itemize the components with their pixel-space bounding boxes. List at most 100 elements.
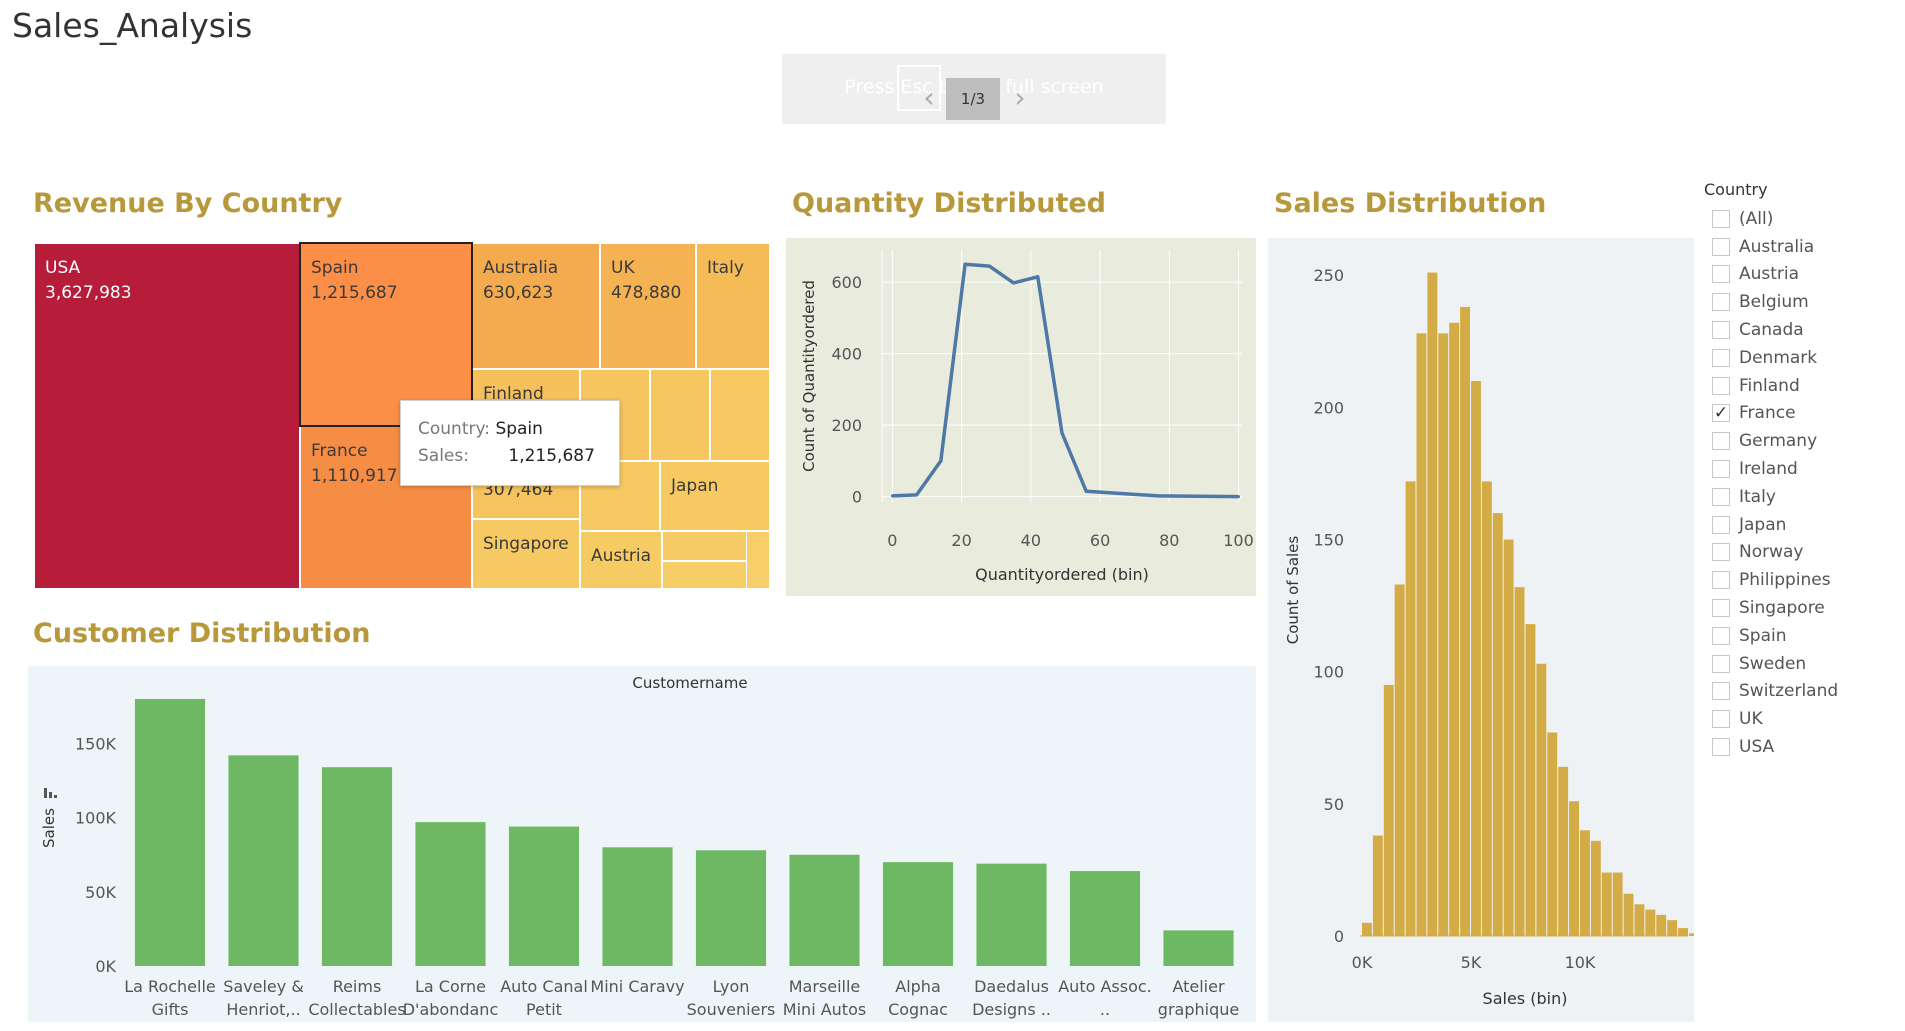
customer-bar[interactable] (134, 698, 206, 966)
filter-option-finland[interactable]: Finland (1704, 372, 1904, 400)
histogram-bar[interactable] (1438, 333, 1449, 936)
checkbox-icon[interactable] (1712, 626, 1730, 645)
chevron-left-icon[interactable]: ‹ (919, 80, 939, 116)
line-point[interactable] (987, 264, 991, 268)
line-point[interactable] (1084, 489, 1088, 493)
line-point[interactable] (915, 493, 919, 497)
histogram-bar[interactable] (1372, 835, 1383, 936)
checkbox-icon[interactable] (1712, 682, 1730, 701)
histogram-bar[interactable] (1460, 306, 1470, 936)
checkbox-icon[interactable] (1712, 599, 1730, 618)
checkbox-icon[interactable] (1712, 487, 1730, 506)
treemap-cell-australia[interactable]: Australia 630,623 (472, 243, 600, 369)
filter-option-ireland[interactable]: Ireland (1704, 455, 1904, 483)
filter-option-australia[interactable]: Australia (1704, 233, 1904, 261)
filter-option-norway[interactable]: Norway (1704, 539, 1904, 567)
customer-bar[interactable] (228, 755, 299, 966)
histogram-bar[interactable] (1525, 624, 1536, 936)
checkbox-icon[interactable] (1712, 348, 1730, 367)
filter-option-belgium[interactable]: Belgium (1704, 288, 1904, 316)
filter-option-uk[interactable]: UK (1704, 705, 1904, 733)
histogram-bar[interactable] (1590, 840, 1601, 936)
histogram-bar[interactable] (1623, 893, 1634, 936)
checkbox-icon[interactable] (1712, 543, 1730, 562)
filter-option-all[interactable]: (All) (1704, 205, 1904, 233)
histogram-bar[interactable] (1558, 766, 1569, 936)
customer-bar[interactable] (882, 862, 954, 966)
customer-bar[interactable] (789, 854, 860, 966)
checkbox-icon[interactable] (1712, 293, 1730, 312)
sort-icon[interactable] (44, 788, 47, 798)
line-point[interactable] (963, 262, 967, 266)
treemap-cell-other[interactable] (710, 369, 770, 461)
filter-option-denmark[interactable]: Denmark (1704, 344, 1904, 372)
checkbox-icon[interactable] (1712, 571, 1730, 590)
histogram-bar[interactable] (1503, 539, 1514, 936)
histogram-bar[interactable] (1678, 928, 1688, 936)
filter-option-germany[interactable]: Germany (1704, 427, 1904, 455)
chevron-right-icon[interactable]: › (1010, 80, 1030, 116)
line-point[interactable] (1157, 494, 1161, 498)
customer-bar[interactable] (321, 767, 393, 966)
checkbox-icon[interactable] (1712, 710, 1730, 729)
histogram-bar[interactable] (1547, 732, 1558, 936)
customer-bar[interactable] (602, 847, 673, 966)
line-point[interactable] (1012, 281, 1016, 285)
checkbox-icon[interactable] (1712, 738, 1730, 757)
histogram-bar[interactable] (1656, 914, 1667, 936)
histogram-bar[interactable] (1569, 801, 1579, 936)
histogram-bar[interactable] (1601, 872, 1612, 936)
histogram-bar[interactable] (1416, 333, 1427, 936)
customer-bar[interactable] (976, 863, 1047, 966)
filter-option-singapore[interactable]: Singapore (1704, 594, 1904, 622)
histogram-bar[interactable] (1645, 909, 1656, 936)
checkbox-icon[interactable] (1712, 654, 1730, 673)
histogram-bar[interactable] (1492, 513, 1503, 936)
histogram-bar[interactable] (1362, 922, 1372, 936)
filter-option-canada[interactable]: Canada (1704, 316, 1904, 344)
histogram-bar[interactable] (1667, 920, 1678, 936)
histogram-bar[interactable] (1449, 322, 1460, 936)
filter-option-spain[interactable]: Spain (1704, 622, 1904, 650)
line-point[interactable] (1036, 275, 1040, 279)
histogram-bar[interactable] (1580, 830, 1590, 936)
filter-option-france[interactable]: ✓ France (1704, 400, 1904, 428)
customer-bar[interactable] (508, 826, 580, 966)
checkbox-icon[interactable] (1712, 376, 1730, 395)
filter-option-usa[interactable]: USA (1704, 733, 1904, 761)
histogram-bar[interactable] (1394, 584, 1405, 936)
treemap-cell-singapore[interactable]: Singapore (472, 519, 580, 589)
treemap-cell-japan[interactable]: Japan (660, 461, 770, 531)
checkbox-icon[interactable] (1712, 209, 1730, 228)
histogram-bar[interactable] (1481, 481, 1492, 936)
histogram-bar[interactable] (1689, 933, 1699, 936)
filter-option-philippines[interactable]: Philippines (1704, 566, 1904, 594)
histogram-bar[interactable] (1405, 481, 1416, 936)
histogram-bar[interactable] (1536, 663, 1547, 936)
checkbox-icon[interactable] (1712, 515, 1730, 534)
customer-bar[interactable] (415, 822, 486, 966)
treemap-cell-other[interactable] (650, 369, 710, 461)
histogram-bar[interactable] (1612, 872, 1623, 936)
line-point[interactable] (1060, 431, 1064, 435)
filter-option-austria[interactable]: Austria (1704, 261, 1904, 289)
line-point[interactable] (890, 494, 894, 498)
histogram-bar[interactable] (1514, 587, 1525, 936)
histogram-bar[interactable] (1427, 272, 1438, 937)
checkbox-icon[interactable] (1712, 265, 1730, 284)
treemap-cell-italy[interactable]: Italy (696, 243, 770, 369)
line-point[interactable] (939, 459, 943, 463)
checkbox-checked-icon[interactable]: ✓ (1712, 403, 1730, 423)
filter-option-italy[interactable]: Italy (1704, 483, 1904, 511)
series-line[interactable] (892, 262, 1239, 499)
customer-bar[interactable] (695, 850, 767, 966)
histogram-bar[interactable] (1471, 380, 1481, 936)
filter-option-switzerland[interactable]: Switzerland (1704, 678, 1904, 706)
treemap-cell-usa[interactable]: USA 3,627,983 (34, 243, 300, 589)
customer-bar[interactable] (1163, 930, 1234, 966)
filter-option-japan[interactable]: Japan (1704, 511, 1904, 539)
checkbox-icon[interactable] (1712, 321, 1730, 340)
treemap-cell-other[interactable] (746, 531, 770, 589)
line-point[interactable] (1237, 495, 1241, 499)
filter-option-sweden[interactable]: Sweden (1704, 650, 1904, 678)
